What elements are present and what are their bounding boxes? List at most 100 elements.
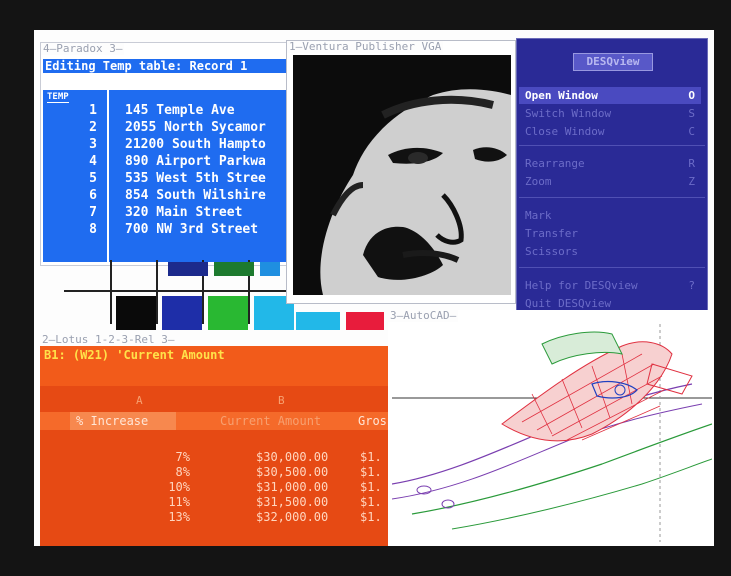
address-cell[interactable]: 320 Main Street — [125, 204, 242, 221]
pct-cell[interactable]: 11% — [150, 495, 190, 510]
lotus-header-row: % Increase Current Amount Gros — [40, 412, 390, 430]
address-cell[interactable]: 854 South Wilshire — [125, 187, 266, 204]
portrait-image — [293, 55, 511, 295]
record-number: 6 — [89, 188, 97, 203]
gross-cell[interactable]: $1. — [360, 450, 382, 465]
header-increase[interactable]: % Increase — [70, 412, 176, 430]
table-row[interactable]: 1 145 Temple Ave — [43, 102, 289, 119]
menu-shortcut-key: ? — [688, 279, 695, 292]
color-swatch-blue-top — [260, 262, 280, 276]
menu-item-mark[interactable]: Mark — [525, 207, 701, 224]
menu-item-label: Rearrange — [525, 157, 585, 170]
color-swatch-red — [346, 312, 384, 330]
menu-item-label: Mark — [525, 209, 552, 222]
record-number: 1 — [89, 103, 97, 118]
table-row[interactable]: 8% $30,500.00 $1. — [40, 465, 390, 480]
lotus-grid[interactable]: A B % Increase Current Amount Gros 7% $3… — [40, 386, 390, 546]
monitor-screen: 4—Paradox 3— Editing Temp table: Record … — [34, 30, 714, 546]
bar-divider — [110, 260, 112, 324]
paradox-window[interactable]: 4—Paradox 3— Editing Temp table: Record … — [40, 42, 292, 266]
table-row[interactable]: 11% $31,500.00 $1. — [40, 495, 390, 510]
menu-item-label: Close Window — [525, 125, 605, 138]
amount-cell[interactable]: $31,500.00 — [256, 495, 328, 510]
autocad-window-title[interactable]: 3—AutoCAD— — [388, 310, 459, 322]
cad-drawing[interactable] — [392, 324, 712, 542]
bar-baseline — [64, 290, 300, 292]
desqview-menu[interactable]: DESQview Open Window O Switch Window S C… — [516, 38, 708, 326]
menu-item-transfer[interactable]: Transfer — [525, 225, 701, 242]
menu-divider — [519, 267, 705, 268]
menu-item-help[interactable]: Help for DESQview ? — [525, 277, 701, 294]
menu-shortcut-key: O — [688, 89, 695, 102]
color-swatch-green-top — [214, 262, 254, 276]
pct-cell[interactable]: 8% — [150, 465, 190, 480]
autocad-window[interactable]: 3—AutoCAD— — [388, 310, 714, 546]
menu-item-switch-window[interactable]: Switch Window S — [525, 105, 701, 122]
menu-divider — [519, 145, 705, 146]
color-swatch-green — [208, 296, 248, 330]
cad-shape-red — [501, 341, 673, 442]
column-header-b: B — [278, 394, 285, 407]
paradox-window-title[interactable]: 4—Paradox 3— — [41, 43, 125, 55]
menu-shortcut-key: R — [688, 157, 695, 170]
header-current-amount[interactable]: Current Amount — [220, 412, 321, 430]
menu-item-zoom[interactable]: Zoom Z — [525, 173, 701, 190]
address-cell[interactable]: 700 NW 3rd Street — [125, 221, 258, 238]
paradox-status-line: Editing Temp table: Record 1 — [43, 59, 291, 73]
color-swatch-cyan-low — [296, 312, 340, 330]
table-row[interactable]: 5 535 West 5th Stree — [43, 170, 289, 187]
ventura-window[interactable]: 1—Ventura Publisher VGA — [286, 40, 516, 304]
table-row[interactable]: 10% $31,000.00 $1. — [40, 480, 390, 495]
paradox-table[interactable]: TEMP 1 145 Temple Ave 2 2055 North Sycamor… — [43, 90, 289, 262]
menu-item-label: Transfer — [525, 227, 578, 240]
gross-cell[interactable]: $1. — [360, 480, 382, 495]
menu-shortcut-key: C — [688, 125, 695, 138]
header-gross[interactable]: Gros — [358, 412, 387, 430]
record-number: 7 — [89, 205, 97, 220]
menu-item-label: Switch Window — [525, 107, 612, 120]
menu-item-rearrange[interactable]: Rearrange R — [525, 155, 701, 172]
menu-item-open-window[interactable]: Open Window O — [519, 87, 701, 104]
record-number: 2 — [89, 120, 97, 135]
gross-cell[interactable]: $1. — [360, 465, 382, 480]
menu-item-label: Quit DESQview — [525, 297, 612, 310]
record-number: 5 — [89, 171, 97, 186]
record-number: 4 — [89, 154, 97, 169]
lotus-spreadsheet[interactable]: B1: (W21) 'Current Amount A B % Increase… — [40, 346, 390, 546]
desqview-menu-title: DESQview — [573, 53, 653, 71]
pct-cell[interactable]: 7% — [150, 450, 190, 465]
table-row[interactable]: 7 320 Main Street — [43, 204, 289, 221]
table-row[interactable]: 7% $30,000.00 $1. — [40, 450, 390, 465]
lotus-cell-entry-line: B1: (W21) 'Current Amount — [44, 348, 225, 362]
address-cell[interactable]: 145 Temple Ave — [125, 102, 235, 119]
address-cell[interactable]: 21200 South Hampto — [125, 136, 266, 153]
menu-item-scissors[interactable]: Scissors — [525, 243, 701, 260]
menu-item-label: Open Window — [525, 89, 598, 102]
table-row[interactable]: 13% $32,000.00 $1. — [40, 510, 390, 525]
table-row[interactable]: 4 890 Airport Parkwa — [43, 153, 289, 170]
menu-item-close-window[interactable]: Close Window C — [525, 123, 701, 140]
table-row[interactable]: 3 21200 South Hampto — [43, 136, 289, 153]
record-number: 3 — [89, 137, 97, 152]
table-row[interactable]: 2 2055 North Sycamor — [43, 119, 289, 136]
gross-cell[interactable]: $1. — [360, 510, 382, 525]
address-cell[interactable]: 890 Airport Parkwa — [125, 153, 266, 170]
amount-cell[interactable]: $32,000.00 — [256, 510, 328, 525]
address-cell[interactable]: 2055 North Sycamor — [125, 119, 266, 136]
ventura-window-title[interactable]: 1—Ventura Publisher VGA — [287, 41, 444, 53]
amount-cell[interactable]: $30,000.00 — [256, 450, 328, 465]
table-row[interactable]: 6 854 South Wilshire — [43, 187, 289, 204]
amount-cell[interactable]: $30,500.00 — [256, 465, 328, 480]
color-swatch-navy-top — [168, 262, 208, 276]
table-row[interactable]: 8 700 NW 3rd Street — [43, 221, 289, 238]
color-swatch-black — [116, 296, 156, 330]
gross-cell[interactable]: $1. — [360, 495, 382, 510]
address-cell[interactable]: 535 West 5th Stree — [125, 170, 266, 187]
pct-cell[interactable]: 13% — [150, 510, 190, 525]
pct-cell[interactable]: 10% — [150, 480, 190, 495]
amount-cell[interactable]: $31,000.00 — [256, 480, 328, 495]
menu-shortcut-key: Z — [688, 175, 695, 188]
lotus-window[interactable]: 2—Lotus 1-2-3-Rel 3— B1: (W21) 'Current … — [40, 334, 390, 546]
lotus-window-title[interactable]: 2—Lotus 1-2-3-Rel 3— — [40, 334, 177, 346]
column-header-a: A — [136, 394, 143, 407]
